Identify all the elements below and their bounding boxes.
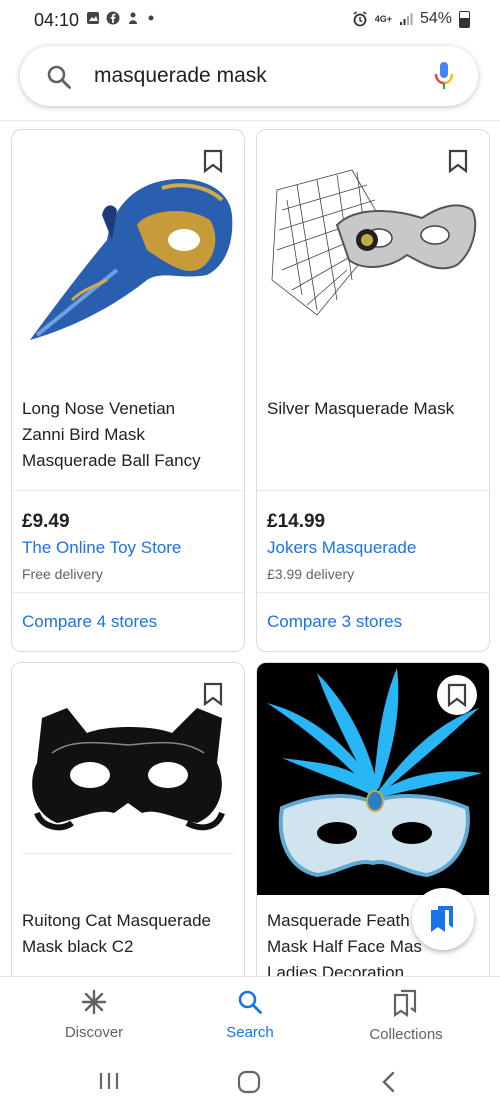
divider <box>22 853 234 854</box>
collections-icon <box>393 989 417 1018</box>
collections-fab-button[interactable] <box>412 888 474 950</box>
top-divider <box>0 120 500 121</box>
system-nav-bar <box>0 1058 500 1112</box>
divider <box>257 490 489 491</box>
network-type: 4G+ <box>374 13 392 24</box>
bookmark-icon[interactable] <box>200 148 226 174</box>
compare-stores-link[interactable]: Compare 3 stores <box>267 612 402 632</box>
nav-item-collections[interactable]: Collections <box>346 989 466 1043</box>
alarm-icon <box>353 11 367 27</box>
search-input[interactable]: masquerade mask <box>94 64 267 88</box>
signal-icon <box>399 13 413 25</box>
battery-percent: 54% <box>419 10 452 27</box>
back-icon[interactable] <box>380 1070 398 1094</box>
nav-label: Discover <box>64 1024 124 1041</box>
product-price: £14.99 <box>267 511 326 532</box>
compare-stores-link[interactable]: Compare 4 stores <box>22 612 157 632</box>
product-title-line: Masquerade Ball Fancy <box>22 451 201 470</box>
product-card[interactable]: Ruitong Cat Masquerade Mask black C2 <box>11 662 245 1004</box>
divider <box>12 490 244 491</box>
product-card[interactable]: Long Nose Venetian Zanni Bird Mask Masqu… <box>11 129 245 652</box>
product-title-line: Mask black C2 <box>22 937 134 956</box>
status-time: 04:10 <box>34 10 80 30</box>
search-icon <box>238 990 262 1014</box>
bottom-nav: Discover Search Collections <box>0 976 500 1059</box>
store-link[interactable]: Jokers Masquerade <box>267 538 416 558</box>
product-title[interactable]: Silver Masquerade Mask <box>267 396 479 422</box>
gallery-icon <box>87 12 99 24</box>
notification-icons <box>86 11 156 25</box>
nav-label: Collections <box>369 1026 443 1043</box>
app-notification-icon <box>129 12 137 24</box>
delivery-info: £3.99 delivery <box>267 566 355 582</box>
recent-apps-icon[interactable] <box>98 1070 120 1092</box>
dot-icon <box>148 15 154 21</box>
product-title-line: Long Nose Venetian <box>22 399 176 418</box>
bookmark-icon[interactable] <box>200 681 226 707</box>
product-title-line: Ruitong Cat Masquerade <box>22 911 212 930</box>
product-title[interactable]: Ruitong Cat Masquerade Mask black C2 <box>22 908 234 960</box>
nav-label: Search <box>226 1024 274 1041</box>
mic-icon[interactable] <box>434 61 454 91</box>
bookmark-icon[interactable] <box>445 148 471 174</box>
product-title-line: Zanni Bird Mask <box>22 425 145 444</box>
search-bar[interactable]: masquerade mask <box>20 46 478 106</box>
product-card[interactable]: Silver Masquerade Mask £14.99 Jokers Mas… <box>256 129 490 652</box>
product-card[interactable]: Masquerade Feath Mask Half Face Mas Ladi… <box>256 662 490 1004</box>
product-price: £9.49 <box>22 511 70 532</box>
home-icon[interactable] <box>237 1070 261 1094</box>
bookmark-icon[interactable] <box>437 675 477 715</box>
collections-bookmark-icon <box>431 906 453 932</box>
status-right: 4G+ 54% <box>352 10 470 28</box>
store-link[interactable]: The Online Toy Store <box>22 538 181 558</box>
product-title[interactable]: Long Nose Venetian Zanni Bird Mask Masqu… <box>22 396 234 474</box>
nav-item-discover[interactable]: Discover <box>34 989 154 1041</box>
divider <box>12 592 244 593</box>
facebook-icon <box>106 11 120 25</box>
divider <box>257 592 489 593</box>
battery-icon <box>459 10 470 28</box>
search-icon[interactable] <box>46 64 72 90</box>
product-title-line: Silver Masquerade Mask <box>267 399 455 418</box>
nav-item-search[interactable]: Search <box>190 989 310 1041</box>
asterisk-icon <box>81 989 107 1015</box>
delivery-info: Free delivery <box>22 566 103 582</box>
status-bar: 04:10 4G+ 54% <box>0 0 500 40</box>
